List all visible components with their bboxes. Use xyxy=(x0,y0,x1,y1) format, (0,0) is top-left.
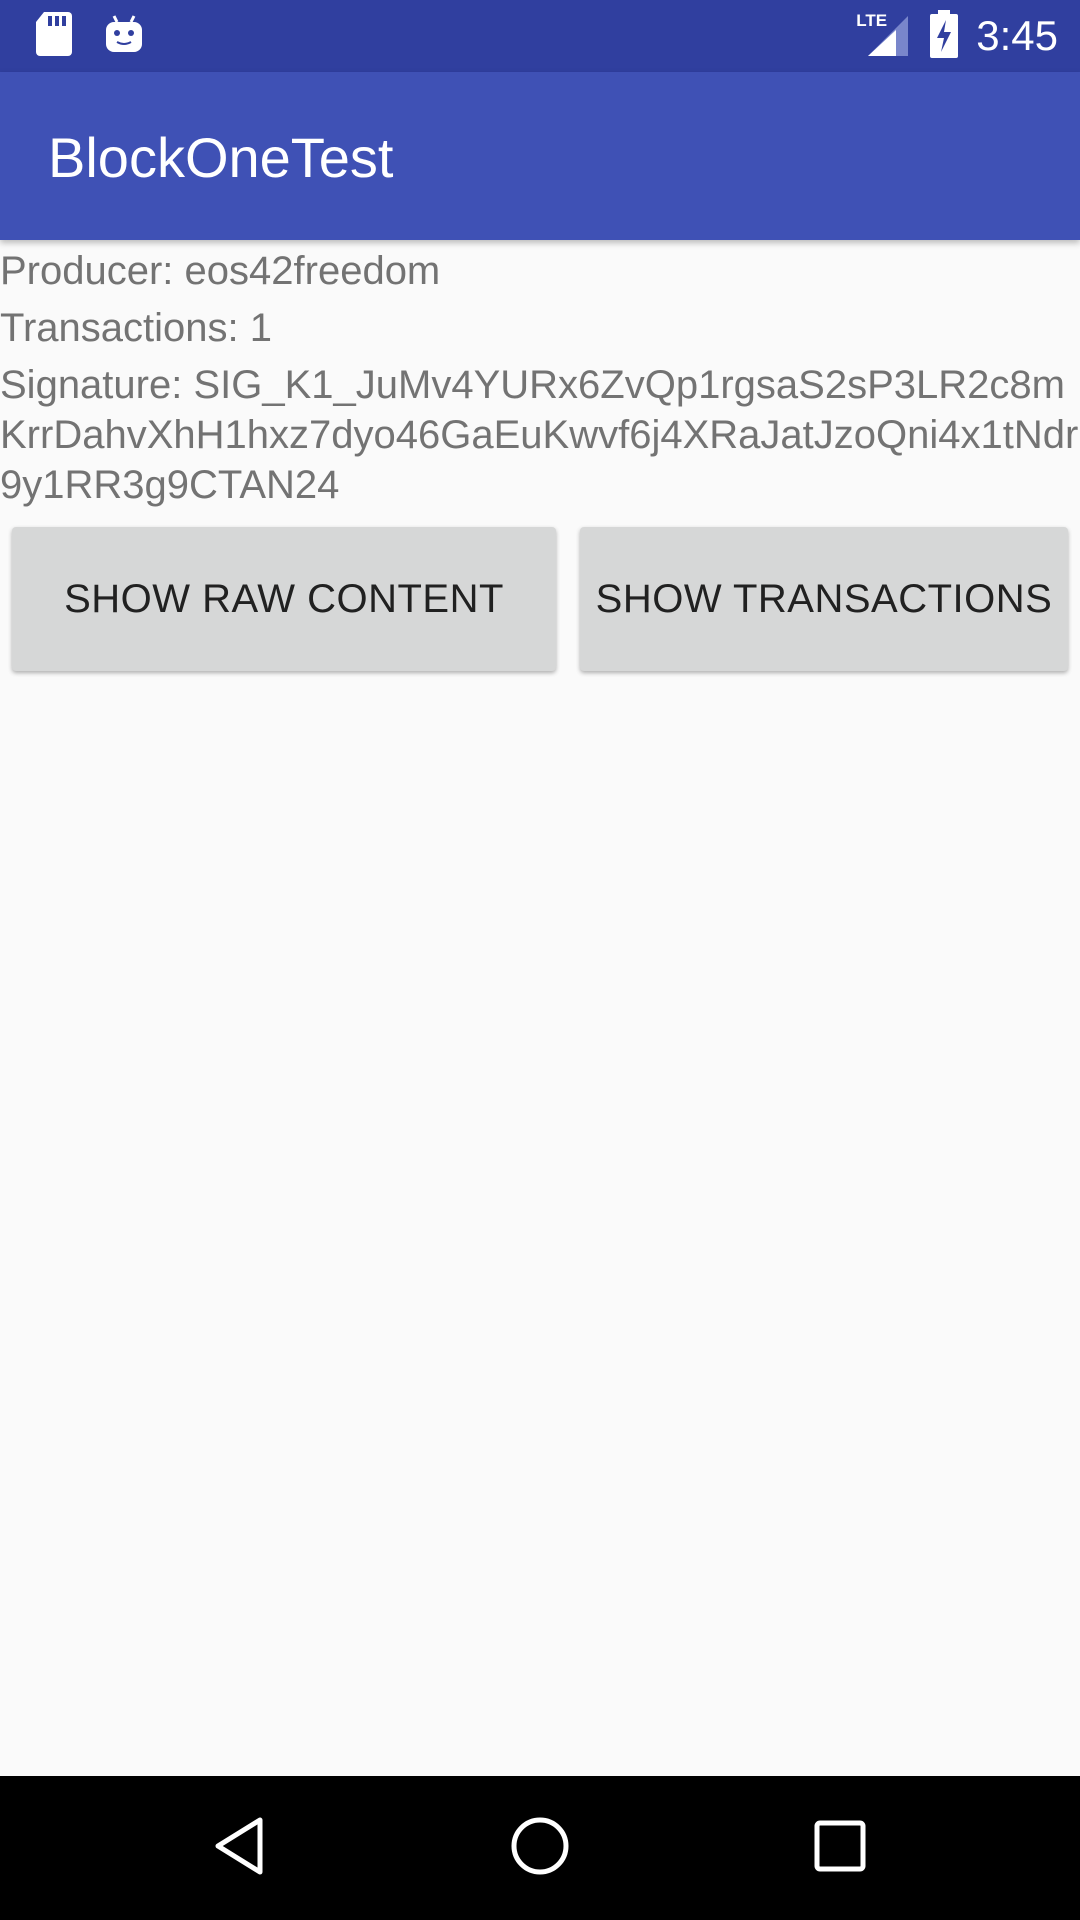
status-time: 3:45 xyxy=(976,12,1058,59)
recents-button[interactable] xyxy=(768,1776,912,1920)
producer-text: Producer: eos42freedom xyxy=(0,249,441,293)
status-system: LTE 3:45 xyxy=(856,8,1058,64)
status-notifications xyxy=(36,11,142,61)
android-debug-icon xyxy=(106,14,142,59)
app-bar: BlockOneTest xyxy=(0,72,1080,240)
app-title: BlockOneTest xyxy=(48,126,394,189)
status-bar: LTE 3:45 xyxy=(0,0,1080,72)
screen: LTE 3:45 BlockOneTest Producer: eos42fre… xyxy=(0,0,1080,1920)
lte-signal-icon: LTE xyxy=(856,12,912,60)
recents-icon xyxy=(814,1820,866,1877)
back-button[interactable] xyxy=(168,1776,312,1920)
back-icon xyxy=(212,1816,268,1881)
signature-text: Signature: SIG_K1_JuMv4YURx6ZvQp1rgsaS2s… xyxy=(0,363,1079,507)
navigation-bar xyxy=(0,1776,1080,1920)
sd-card-icon xyxy=(36,11,72,61)
show-transactions-button[interactable]: SHOW TRANSACTIONS xyxy=(580,527,1068,671)
show-raw-content-button[interactable]: SHOW RAW CONTENT xyxy=(12,527,556,671)
home-button[interactable] xyxy=(468,1776,612,1920)
home-icon xyxy=(510,1816,570,1881)
transactions-count-text: Transactions: 1 xyxy=(0,306,272,350)
battery-charging-icon xyxy=(930,9,959,63)
